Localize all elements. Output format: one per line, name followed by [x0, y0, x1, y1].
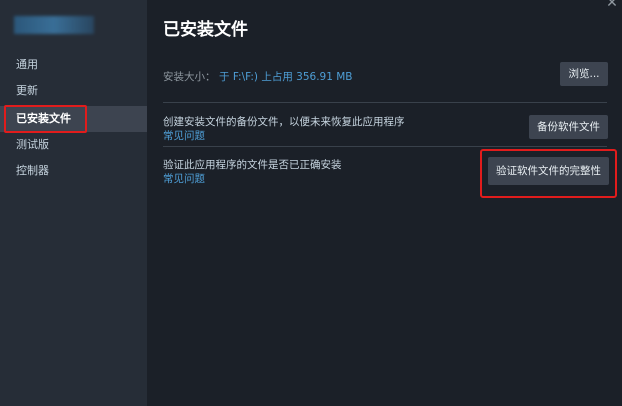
sidebar-item-betas[interactable]: 测试版 — [0, 132, 147, 158]
verify-description: 验证此应用程序的文件是否已正确安装 — [163, 159, 342, 171]
install-size-label: 安装大小： — [163, 71, 216, 83]
browse-button[interactable]: 浏览... — [560, 62, 608, 86]
sidebar-item-controller[interactable]: 控制器 — [0, 158, 147, 184]
divider — [163, 102, 607, 103]
app-name-blurred — [14, 16, 94, 34]
page-title: 已安装文件 — [163, 20, 248, 40]
install-size-value[interactable]: 于 F:\F:) 上占用 356.91 MB — [219, 69, 353, 84]
sidebar-item-installed-files[interactable]: 已安装文件 — [0, 105, 147, 133]
divider — [163, 146, 607, 147]
close-icon[interactable]: ✕ — [605, 0, 619, 10]
backup-files-button[interactable]: 备份软件文件 — [529, 115, 608, 139]
backup-faq-link[interactable]: 常见问题 — [163, 128, 205, 143]
backup-description: 创建安装文件的备份文件，以便未来恢复此应用程序 — [163, 116, 405, 128]
main-panel: ✕ 已安装文件 安装大小： 于 F:\F:) 上占用 356.91 MB 浏览.… — [147, 0, 622, 406]
verify-faq-link[interactable]: 常见问题 — [163, 171, 205, 186]
verify-integrity-button[interactable]: 验证软件文件的完整性 — [488, 157, 609, 185]
sidebar-item-label: 测试版 — [16, 138, 49, 151]
sidebar: 通用 更新 已安装文件 测试版 控制器 — [0, 0, 147, 406]
sidebar-item-label: 更新 — [16, 84, 38, 97]
sidebar-item-label: 通用 — [16, 58, 38, 71]
sidebar-item-general[interactable]: 通用 — [0, 52, 147, 78]
highlight-box — [4, 105, 87, 133]
sidebar-item-label: 控制器 — [16, 164, 49, 177]
sidebar-item-updates[interactable]: 更新 — [0, 78, 147, 104]
